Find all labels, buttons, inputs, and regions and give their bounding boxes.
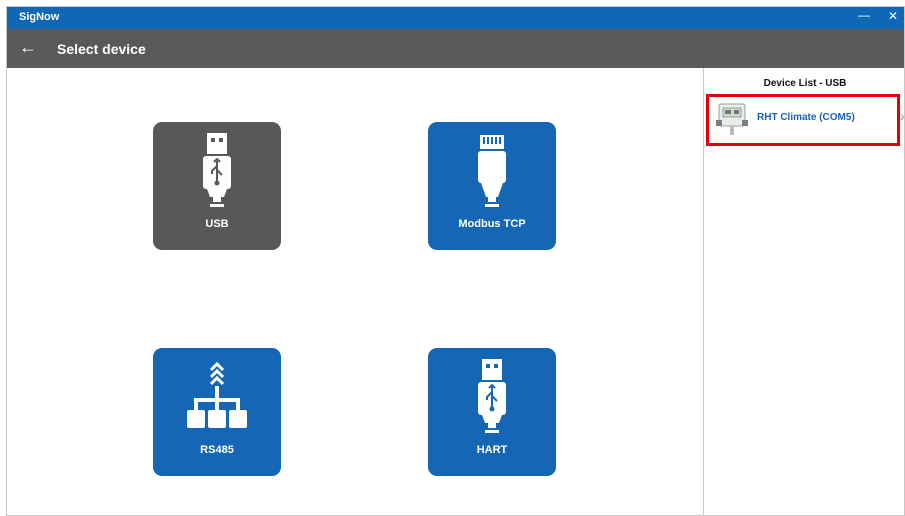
device-item-name: RHT Climate (COM5) (757, 112, 855, 123)
title-bar: SigNow — ✕ (7, 7, 904, 29)
tile-label: Modbus TCP (458, 218, 526, 230)
device-list-title: Device List - USB (763, 78, 847, 89)
device-list-panel: Device List - USB RHT Climate (COM5) › (704, 68, 904, 515)
device-item-rht-climate[interactable]: RHT Climate (COM5) (706, 94, 900, 146)
tile-usb[interactable]: USB (153, 122, 281, 250)
rs485-network-icon (153, 358, 281, 436)
chevron-right-icon[interactable]: › (900, 108, 904, 124)
page-title: Select device (57, 41, 146, 57)
tile-label: HART (476, 444, 508, 456)
window-title: SigNow (19, 11, 60, 23)
usb-icon (428, 358, 556, 436)
close-button[interactable]: ✕ (888, 9, 898, 23)
tile-rs485[interactable]: RS485 (153, 348, 281, 476)
tile-label: USB (205, 218, 229, 230)
device-thumbnail-icon (715, 102, 749, 136)
back-button[interactable]: ← (19, 37, 37, 57)
ethernet-plug-icon (428, 132, 556, 210)
tile-modbus-tcp[interactable]: Modbus TCP (428, 122, 556, 250)
device-type-grid: USB Modbus TCP RS485 HART (7, 68, 703, 515)
tile-label: RS485 (200, 444, 234, 456)
header-bar: ← Select device (7, 29, 904, 68)
usb-icon (153, 132, 281, 210)
tile-hart[interactable]: HART (428, 348, 556, 476)
minimize-button[interactable]: — (858, 8, 870, 22)
app-window: SigNow — ✕ ← Select device USB Modbus TC… (6, 6, 905, 516)
